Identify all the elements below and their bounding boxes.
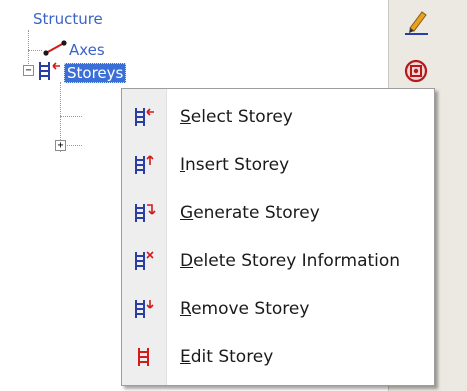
menu-item-label: Delete Storey Information bbox=[180, 251, 401, 271]
storey-generate-icon bbox=[122, 202, 166, 224]
expand-storey-toggle[interactable]: + bbox=[55, 140, 66, 151]
tree-node-storeys-label: Storeys bbox=[64, 63, 127, 83]
storey-select-icon bbox=[122, 106, 166, 128]
tree-node-structure-label: Structure bbox=[33, 10, 103, 28]
tree-node-axes[interactable]: Axes bbox=[43, 40, 105, 60]
tree-node-structure[interactable]: Structure bbox=[33, 10, 103, 28]
tree-connector bbox=[60, 116, 82, 117]
storey-edit-icon bbox=[122, 346, 166, 368]
tree-node-axes-label: Axes bbox=[69, 41, 105, 59]
menu-item-label: Generate Storey bbox=[180, 203, 320, 223]
menu-item-label: Edit Storey bbox=[180, 347, 274, 367]
menu-item-generate-storey[interactable]: Generate Storey bbox=[122, 193, 434, 233]
zoom-target-icon bbox=[403, 58, 429, 88]
zoom-target-tool-button[interactable] bbox=[399, 56, 433, 90]
pencil-tool-button[interactable] bbox=[399, 6, 433, 40]
axes-icon bbox=[43, 40, 67, 60]
pencil-icon bbox=[402, 6, 430, 40]
menu-item-label: Remove Storey bbox=[180, 299, 310, 319]
collapse-storeys-toggle[interactable]: − bbox=[23, 65, 34, 76]
menu-item-insert-storey[interactable]: Insert Storey bbox=[122, 145, 434, 185]
tree-connector bbox=[28, 50, 42, 51]
menu-item-edit-storey[interactable]: Edit Storey bbox=[122, 337, 434, 377]
storey-insert-icon bbox=[122, 154, 166, 176]
storey-context-menu: Select Storey Insert Storey Generate Sto… bbox=[121, 88, 435, 386]
tree-connector bbox=[28, 30, 29, 66]
menu-item-label: Select Storey bbox=[180, 107, 293, 127]
storey-remove-icon bbox=[122, 298, 166, 320]
storeys-icon bbox=[36, 60, 62, 86]
menu-item-label: Insert Storey bbox=[180, 155, 290, 175]
menu-item-delete-storey-information[interactable]: Delete Storey Information bbox=[122, 241, 434, 281]
tree-node-storeys[interactable]: Storeys bbox=[36, 60, 127, 86]
storey-delete-icon bbox=[122, 250, 166, 272]
menu-item-select-storey[interactable]: Select Storey bbox=[122, 97, 434, 137]
menu-item-remove-storey[interactable]: Remove Storey bbox=[122, 289, 434, 329]
